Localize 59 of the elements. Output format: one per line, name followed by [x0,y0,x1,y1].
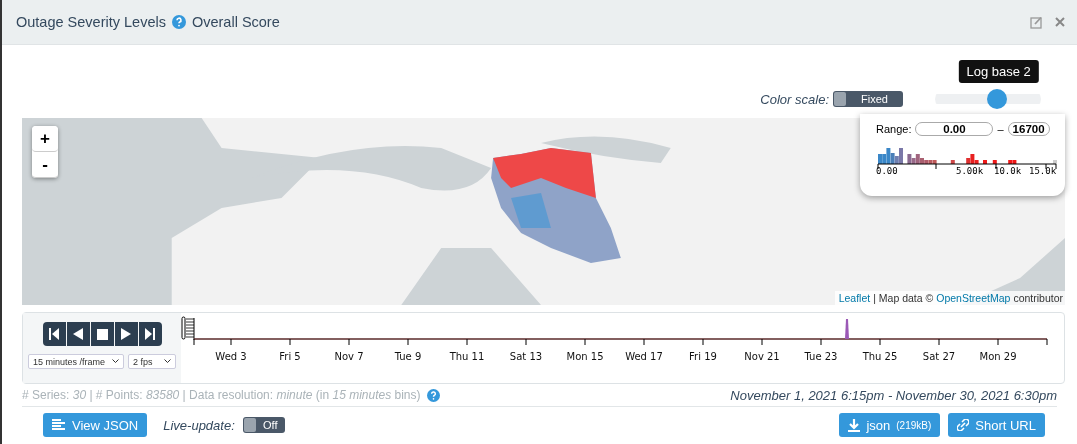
link-icon [957,419,970,431]
zoom-out-button[interactable]: - [32,152,58,178]
openstreetmap-link[interactable]: OpenStreetMap [936,292,1011,304]
histogram-tick-label: 10.0k [994,166,1022,176]
skip-back-icon [49,328,59,340]
timeline-tick-label: Nov 21 [744,351,780,362]
timeline-tick-label: Nov 7 [334,351,364,362]
play-reverse-icon [73,328,83,340]
chevron-down-icon [112,359,119,364]
timeline-tick-label: Thu 25 [862,351,898,362]
attribution-suffix: contributor [1013,292,1063,304]
zoom-in-button[interactable]: + [32,126,58,152]
color-scale-toggle[interactable]: Fixed [833,91,903,107]
timeline-tick-label: Tue 23 [804,351,838,362]
date-range: November 1, 2021 6:15pm - November 30, 2021 6:30pm [730,387,1057,403]
leaflet-link[interactable]: Leaflet [838,292,871,304]
timeline-tick-label: Wed 17 [625,351,663,362]
slider-tooltip: Log base 2 [958,60,1039,83]
stop-icon [96,328,108,340]
download-icon [848,418,861,432]
histogram-tick-label: 5.00k [956,166,984,176]
edit-icon[interactable] [1030,15,1043,29]
fps-select[interactable]: 2 fps [128,354,176,369]
panel-title: Outage Severity Levels [16,14,166,30]
timeline-tick-label: Mon 15 [566,351,604,362]
help-icon[interactable] [426,388,440,402]
range-label: Range: [876,123,912,135]
attribution-text: | Map data © [873,292,934,304]
slider-thumb[interactable] [986,89,1007,109]
panel-subtitle: Overall Score [191,14,280,30]
timeline-tick-label: Thu 11 [449,351,485,362]
range-separator: – [997,123,1004,135]
histogram-tick-label: 15.0k [1029,166,1057,176]
timeline-tick-label: Fri 5 [279,351,301,362]
timeline-tick-label: Sat 27 [922,351,956,362]
play-icon [121,328,131,340]
chevron-down-icon [164,359,171,364]
frame-step-select[interactable]: 15 minutes /frame [28,354,124,369]
color-scale-label: Color scale: [760,91,829,107]
list-icon [52,419,66,431]
scale-slider-track[interactable] [935,89,1041,109]
timeline-tick-label: Sat 13 [509,351,543,362]
data-summary: # Series: 30 | # Points: 83580 | Data resolution: minute (in 15 minutes bins) [22,388,421,402]
timeline-tick-label: Fri 19 [689,351,717,362]
play-button[interactable] [114,322,138,346]
histogram-tick-label: 0.00 [876,166,898,176]
close-icon[interactable] [1055,17,1065,27]
outage-spike [845,319,849,339]
timeline-tick-label: Tue 9 [394,351,422,362]
timeline-tick-label: Mon 29 [979,351,1017,362]
last-frame-button[interactable] [138,322,162,346]
stop-button[interactable] [90,322,114,346]
first-frame-button[interactable] [42,322,66,346]
help-icon[interactable] [171,15,186,29]
timeline-tick-label: Wed 3 [215,351,247,362]
skip-forward-icon [145,328,155,340]
live-update-label: Live-update: [163,417,235,433]
live-update-toggle[interactable]: Off [242,417,285,433]
step-back-button[interactable] [66,322,90,346]
